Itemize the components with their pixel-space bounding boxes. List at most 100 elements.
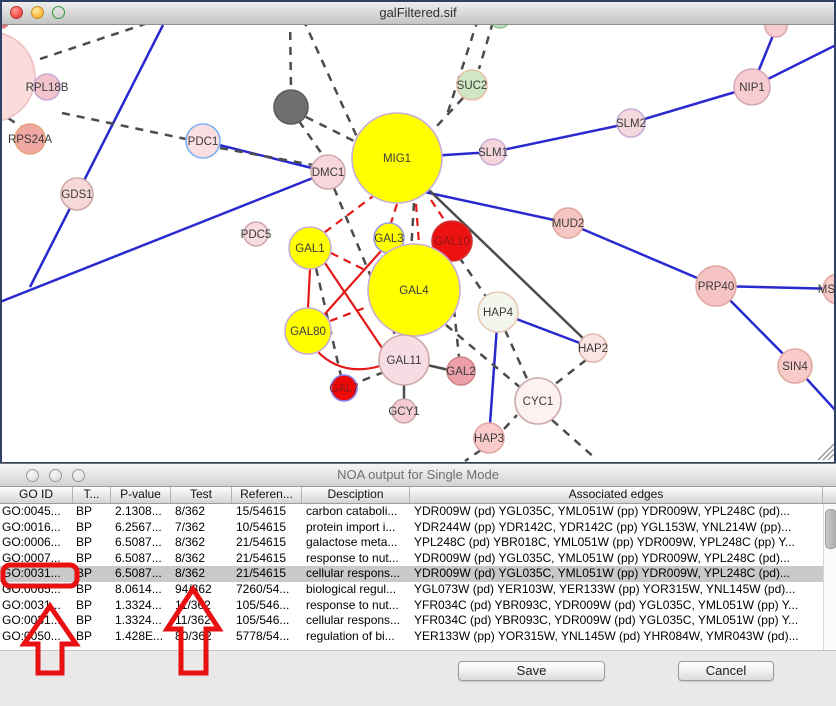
table-cell[interactable]: 8/362 bbox=[171, 535, 232, 551]
table-cell[interactable]: YDR009W (pd) YGL035C, YML051W (pp) YDR00… bbox=[410, 566, 836, 582]
table-cell[interactable]: GO:0065... bbox=[0, 582, 73, 598]
table-cell[interactable]: 6.2567... bbox=[111, 520, 171, 536]
table-cell[interactable]: BP bbox=[73, 613, 111, 629]
table-cell[interactable]: GO:0031... bbox=[0, 566, 73, 582]
graph-edge bbox=[331, 253, 369, 272]
network-canvas[interactable]: RPL18BRPS24AGDS1PDC1MIG1SUC2SLM1SLM2NIP1… bbox=[2, 25, 834, 462]
column-header-go-id[interactable]: GO ID bbox=[0, 487, 73, 503]
table-cell[interactable]: 105/546... bbox=[232, 598, 302, 614]
graph-node[interactable] bbox=[490, 25, 510, 28]
table-cell[interactable]: YDR009W (pd) YGL035C, YML051W (pp) YDR00… bbox=[410, 504, 836, 520]
table-cell[interactable]: 8/362 bbox=[171, 566, 232, 582]
graph-edge bbox=[568, 223, 716, 286]
table-cell[interactable]: 8/362 bbox=[171, 551, 232, 567]
vertical-scrollbar[interactable] bbox=[823, 504, 836, 652]
table-cell[interactable]: biological regul... bbox=[302, 582, 410, 598]
table-cell[interactable]: 11/362 bbox=[171, 613, 232, 629]
table-cell[interactable]: carbon cataboli... bbox=[302, 504, 410, 520]
table-cell[interactable]: 8.0614... bbox=[111, 582, 171, 598]
table-cell[interactable]: GO:0007... bbox=[0, 551, 73, 567]
table-row[interactable]: GO:0016...BP6.2567...7/36210/54615protei… bbox=[0, 520, 836, 536]
table-row[interactable]: GO:0045...BP2.1308...8/36215/54615carbon… bbox=[0, 504, 836, 520]
resize-grip-icon[interactable] bbox=[823, 449, 834, 460]
table-row[interactable]: GO:0031...BP1.3324...11/362105/546...res… bbox=[0, 598, 836, 614]
column-header-reference[interactable]: Referen... bbox=[232, 487, 302, 503]
table-cell[interactable]: 8/362 bbox=[171, 504, 232, 520]
table-cell[interactable]: GO:0031... bbox=[0, 613, 73, 629]
table-cell[interactable]: 21/54615 bbox=[232, 535, 302, 551]
save-button[interactable]: Save bbox=[458, 661, 605, 681]
table-cell[interactable]: galactose meta... bbox=[302, 535, 410, 551]
column-header-associated-edges[interactable]: Associated edges bbox=[410, 487, 823, 503]
table-cell[interactable]: 15/54615 bbox=[232, 504, 302, 520]
graph-node[interactable] bbox=[2, 25, 9, 28]
table-cell[interactable]: BP bbox=[73, 535, 111, 551]
table-cell[interactable]: YER133W (pp) YOR315W, YNL145W (pd) YHR08… bbox=[410, 629, 836, 645]
graph-node-label: DMC1 bbox=[312, 167, 345, 179]
graph-node-label: GAL4 bbox=[399, 285, 429, 297]
table-row[interactable]: GO:0031...BP6.5087...8/36221/54615cellul… bbox=[0, 566, 836, 582]
table-cell[interactable]: GO:0045... bbox=[0, 504, 73, 520]
table-cell[interactable]: 6.5087... bbox=[111, 551, 171, 567]
table-cell[interactable]: YGL073W (pd) YER103W, YER133W (pp) YOR31… bbox=[410, 582, 836, 598]
graph-node[interactable] bbox=[274, 90, 308, 124]
table-cell[interactable]: BP bbox=[73, 629, 111, 645]
table-cell[interactable]: 105/546... bbox=[232, 613, 302, 629]
graph-node-label: GAL10 bbox=[434, 236, 470, 248]
table-cell[interactable]: 6.5087... bbox=[111, 535, 171, 551]
scrollbar-thumb[interactable] bbox=[825, 509, 836, 549]
column-header-test[interactable]: Test bbox=[171, 487, 232, 503]
graph-edge bbox=[465, 450, 481, 461]
graph-node[interactable] bbox=[2, 32, 35, 122]
table-cell[interactable]: 21/54615 bbox=[232, 566, 302, 582]
table-cell[interactable]: 11/362 bbox=[171, 598, 232, 614]
table-cell[interactable]: 7/362 bbox=[171, 520, 232, 536]
table-cell[interactable]: BP bbox=[73, 582, 111, 598]
table-cell[interactable]: cellular respons... bbox=[302, 613, 410, 629]
table-cell[interactable]: 1.3324... bbox=[111, 598, 171, 614]
table-cell[interactable]: 7260/54... bbox=[232, 582, 302, 598]
table-cell[interactable]: BP bbox=[73, 566, 111, 582]
column-header-description[interactable]: Desciption bbox=[302, 487, 410, 503]
table-cell[interactable]: regulation of bi... bbox=[302, 629, 410, 645]
table-cell[interactable]: protein import i... bbox=[302, 520, 410, 536]
graph-edge bbox=[459, 257, 487, 298]
table-cell[interactable]: BP bbox=[73, 504, 111, 520]
table-row[interactable]: GO:0050...BP1.428E...80/3625778/54...reg… bbox=[0, 629, 836, 645]
table-row[interactable]: GO:0031...BP1.3324...11/362105/546...cel… bbox=[0, 613, 836, 629]
table-cell[interactable]: cellular respons... bbox=[302, 566, 410, 582]
table-cell[interactable]: BP bbox=[73, 520, 111, 536]
table-row[interactable]: GO:0006...BP6.5087...8/36221/54615galact… bbox=[0, 535, 836, 551]
noa-titlebar[interactable]: NOA output for Single Mode bbox=[0, 464, 836, 487]
table-cell[interactable]: 1.3324... bbox=[111, 613, 171, 629]
table-cell[interactable]: GO:0006... bbox=[0, 535, 73, 551]
table-cell[interactable]: 1.428E... bbox=[111, 629, 171, 645]
table-cell[interactable]: YDR009W (pd) YGL035C, YML051W (pp) YDR00… bbox=[410, 551, 836, 567]
table-cell[interactable]: BP bbox=[73, 598, 111, 614]
table-cell[interactable]: 94/362 bbox=[171, 582, 232, 598]
table-cell[interactable]: 2.1308... bbox=[111, 504, 171, 520]
network-titlebar[interactable]: galFiltered.sif bbox=[2, 2, 834, 25]
table-cell[interactable]: BP bbox=[73, 551, 111, 567]
table-cell[interactable]: YPL248C (pd) YBR018C, YML051W (pp) YDR00… bbox=[410, 535, 836, 551]
table-cell[interactable]: 6.5087... bbox=[111, 566, 171, 582]
table-cell[interactable]: YFR034C (pd) YBR093C, YDR009W (pd) YGL03… bbox=[410, 613, 836, 629]
table-cell[interactable]: 21/54615 bbox=[232, 551, 302, 567]
column-header-pvalue[interactable]: P-value bbox=[111, 487, 171, 503]
column-header-type[interactable]: T... bbox=[73, 487, 111, 503]
table-cell[interactable]: YFR034C (pd) YBR093C, YDR009W (pd) YGL03… bbox=[410, 598, 836, 614]
table-row[interactable]: GO:0007...BP6.5087...8/36221/54615respon… bbox=[0, 551, 836, 567]
table-cell[interactable]: GO:0050... bbox=[0, 629, 73, 645]
table-cell[interactable]: response to nut... bbox=[302, 598, 410, 614]
table-cell[interactable]: YDR244W (pp) YDR142C, YDR142C (pp) YGL15… bbox=[410, 520, 836, 536]
cancel-button[interactable]: Cancel bbox=[678, 661, 774, 681]
table-cell[interactable]: 10/54615 bbox=[232, 520, 302, 536]
table-cell[interactable]: GO:0016... bbox=[0, 520, 73, 536]
table-cell[interactable]: response to nut... bbox=[302, 551, 410, 567]
table-row[interactable]: GO:0065...BP8.0614...94/3627260/54...bio… bbox=[0, 582, 836, 598]
table-cell[interactable]: 80/362 bbox=[171, 629, 232, 645]
graph-node[interactable] bbox=[765, 25, 787, 37]
table-cell[interactable]: GO:0031... bbox=[0, 598, 73, 614]
graph-edge bbox=[454, 309, 459, 357]
table-cell[interactable]: 5778/54... bbox=[232, 629, 302, 645]
